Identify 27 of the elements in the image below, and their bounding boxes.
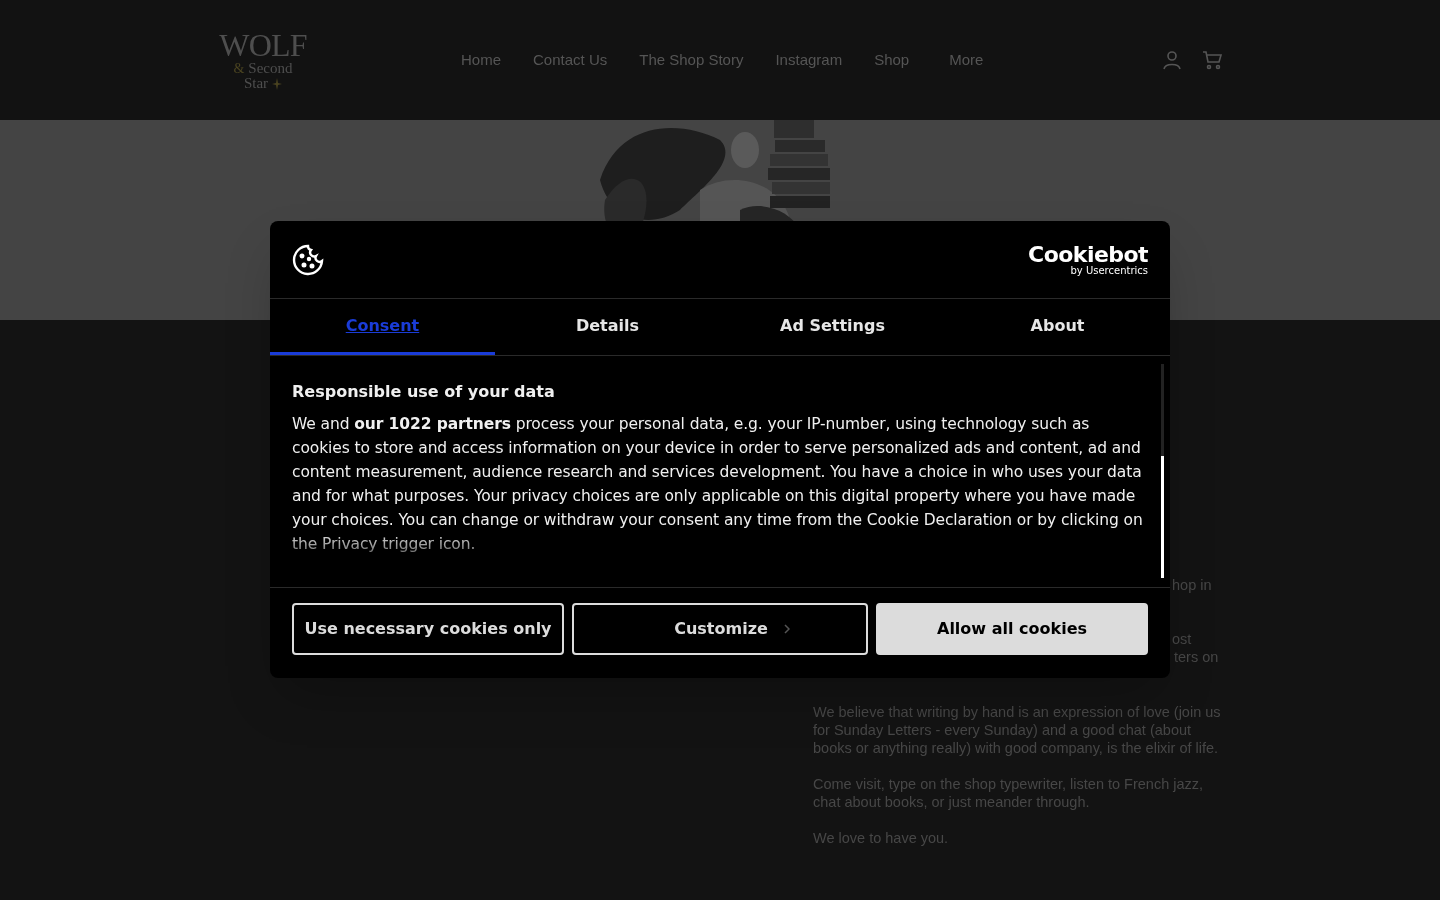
dialog-tab[interactable]: About (945, 299, 1170, 355)
cookie-icon (292, 243, 324, 276)
star-icon (272, 77, 283, 90)
nav-link[interactable]: More (949, 48, 984, 72)
cart-icon[interactable] (1202, 50, 1222, 70)
logo-ampersand: & (233, 62, 245, 76)
logo-subtitle: Second (248, 61, 293, 76)
nav-link[interactable]: Home (461, 48, 501, 72)
allow-all-button[interactable]: Allow all cookies (876, 603, 1148, 655)
scrollbar[interactable] (1161, 364, 1164, 578)
brand-byline: by Usercentrics (1070, 265, 1148, 276)
nav-link[interactable]: Instagram (775, 48, 843, 72)
customize-button[interactable]: Customize (572, 603, 868, 655)
brand-logo: Cookiebot (1028, 243, 1148, 266)
user-icon[interactable] (1162, 50, 1182, 70)
nav-link[interactable]: The Shop Story (639, 48, 744, 72)
chevron-right-icon (783, 624, 790, 634)
logo-wordmark: WOLF (219, 29, 307, 61)
nav-link[interactable]: Contact Us (533, 48, 608, 72)
dialog-tab[interactable]: Details (495, 299, 720, 355)
necessary-only-button[interactable]: Use necessary cookies only (292, 603, 564, 655)
nav-link[interactable]: Shop (874, 48, 910, 72)
dialog-tab[interactable]: Consent (270, 299, 495, 355)
dialog-tab[interactable]: Ad Settings (720, 299, 945, 355)
dialog-heading: Responsible use of your data (292, 381, 556, 403)
dialog-body: We and our 1022 partners process your personal data, e.g. your IP-number, using technology such as cookies to store and access information on your device in order to serve personalized ads and content, ad and content measurement, audience research and services development. You have a choice in who uses your data and for what purposes. Your privacy choices are only applicable on this digital property where you have made your choices. You can change or withdraw your consent any time from the Cookie Declaration or by clicking on the Privacy trigger icon. (292, 414, 1144, 555)
logo-subtitle: Star (243, 76, 269, 91)
